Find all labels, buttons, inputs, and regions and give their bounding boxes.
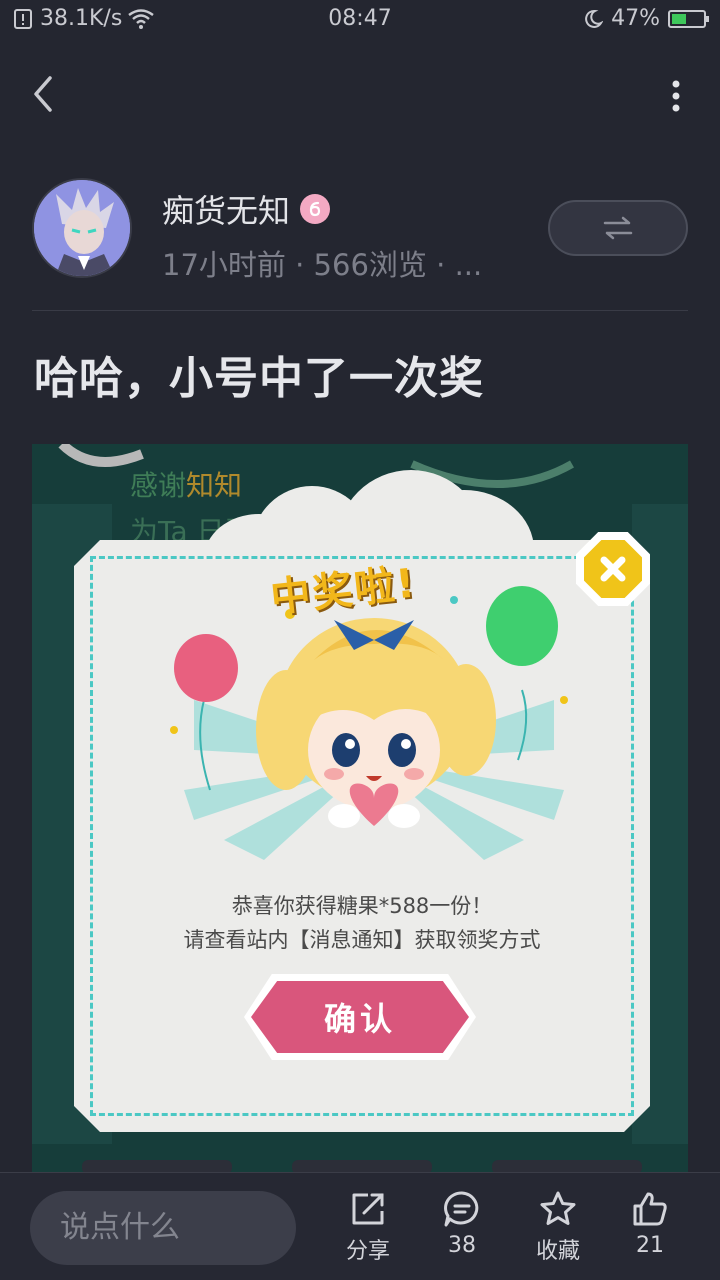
thumbs-up-icon [633, 1192, 667, 1226]
comment-bubble-icon [444, 1191, 479, 1227]
swap-arrows-icon [603, 216, 633, 240]
switch-button[interactable] [548, 200, 688, 256]
comment-input[interactable]: 说点什么 [30, 1191, 296, 1265]
divider [32, 310, 688, 311]
moon-icon [585, 9, 604, 28]
prize-message-line2: 请查看站内【消息通知】获取领奖方式 [183, 928, 541, 952]
prize-illustration [170, 586, 568, 860]
share-button[interactable]: 分享 [328, 1189, 408, 1265]
likes-count: 21 [636, 1233, 664, 1258]
confirm-button-label: 确认 [251, 981, 469, 1053]
avatar-illustration [34, 180, 130, 276]
post-meta: 17小时前 · 566浏览 · ... [162, 248, 483, 282]
battery-percent: 47% [611, 6, 660, 31]
share-label: 分享 [345, 1239, 390, 1264]
prize-popup: 中奖啦! 恭喜你获得糖果*588一份！ 请查看站内【消息通知】获取领奖方式 确认 [74, 470, 654, 1132]
prize-message-line1: 恭喜你获得糖果*588一份！ [231, 894, 493, 918]
battery-icon [668, 9, 709, 28]
more-vertical-icon [672, 80, 680, 112]
back-button[interactable] [26, 72, 66, 116]
favorite-button[interactable]: 收藏 [518, 1189, 598, 1265]
confirm-button[interactable]: 确认 [244, 974, 476, 1060]
bottom-action-bar: 说点什么 分享 38 收藏 21 [0, 1172, 720, 1280]
star-icon [540, 1191, 576, 1225]
author-row: 痴货无知 17小时前 · 566浏览 · ... [32, 178, 688, 282]
top-nav [0, 60, 720, 130]
comments-count: 38 [448, 1233, 476, 1258]
like-button[interactable]: 21 [610, 1189, 690, 1258]
favorite-label: 收藏 [535, 1239, 580, 1264]
post-title: 哈哈，小号中了一次奖 [34, 353, 484, 404]
level-badge-icon [300, 194, 331, 224]
comments-button[interactable]: 38 [422, 1189, 502, 1258]
more-button[interactable] [668, 76, 684, 116]
author-name[interactable]: 痴货无知 [162, 186, 290, 232]
close-icon [600, 556, 626, 582]
chevron-left-icon [34, 76, 52, 112]
avatar[interactable] [32, 178, 132, 278]
share-icon [352, 1193, 384, 1225]
status-bar: 38.1K/s 08:47 47% [0, 0, 720, 40]
